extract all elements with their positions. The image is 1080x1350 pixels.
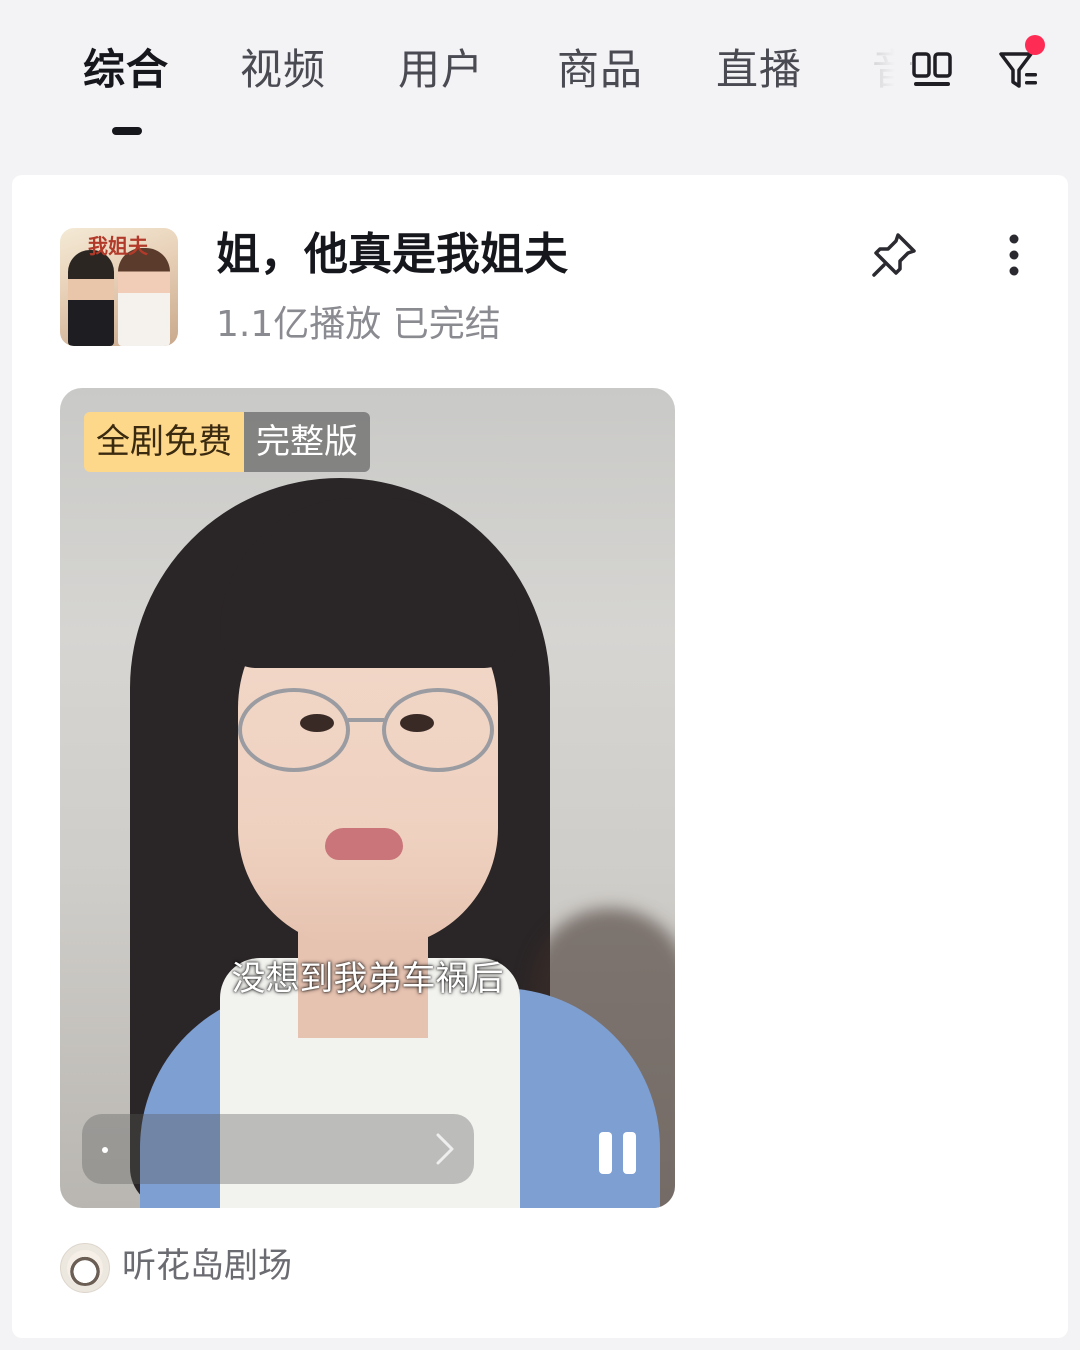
full-version-badge: 完整版 — [244, 412, 370, 472]
progress-dot — [102, 1147, 108, 1153]
author-avatar-image — [67, 1250, 103, 1286]
filter-notification-dot — [1025, 35, 1045, 55]
tab-products[interactable]: 商品 — [557, 40, 643, 100]
video-player[interactable]: 全剧免费 完整版 没想到我弟车祸后 — [60, 388, 675, 1208]
tab-users[interactable]: 用户 — [398, 40, 484, 100]
tab-comprehensive[interactable]: 综合 — [83, 40, 169, 100]
video-frame-glasses-bridge — [348, 718, 384, 722]
pin-icon[interactable] — [864, 225, 924, 285]
search-tab-bar: 综合 视频 用户 商品 直播 音 — [0, 0, 1080, 170]
dual-column-icon[interactable] — [903, 40, 963, 100]
drama-result-card[interactable]: 我姐夫 姐，他真是我姐夫 1.1亿播放 已完结 全剧免费 完整版 没想到我弟车祸… — [12, 175, 1068, 1338]
free-badge: 全剧免费 — [84, 412, 244, 472]
active-tab-indicator — [112, 127, 142, 135]
drama-title[interactable]: 姐，他真是我姐夫 — [216, 227, 568, 283]
video-frame-lips — [325, 828, 403, 860]
drama-cover-thumbnail[interactable]: 我姐夫 — [60, 228, 178, 346]
video-badges: 全剧免费 完整版 — [84, 412, 370, 472]
tab-video[interactable]: 视频 — [240, 40, 326, 100]
more-vertical-icon[interactable] — [984, 225, 1044, 285]
video-frame-left-lens — [238, 688, 350, 772]
cover-actor-figure — [68, 250, 114, 346]
cover-actress-figure — [118, 248, 170, 346]
video-subtitle: 没想到我弟车祸后 — [231, 959, 504, 999]
cover-title-text: 我姐夫 — [88, 234, 148, 258]
episode-progress-bar[interactable] — [82, 1114, 474, 1184]
author-name[interactable]: 听花岛剧场 — [122, 1241, 292, 1291]
drama-meta: 1.1亿播放 已完结 — [216, 304, 501, 345]
author-avatar[interactable] — [60, 1243, 110, 1293]
pause-icon[interactable] — [595, 1128, 645, 1178]
chevron-right-icon[interactable] — [434, 1131, 456, 1171]
video-frame-right-lens — [382, 688, 494, 772]
tab-live[interactable]: 直播 — [716, 40, 802, 100]
